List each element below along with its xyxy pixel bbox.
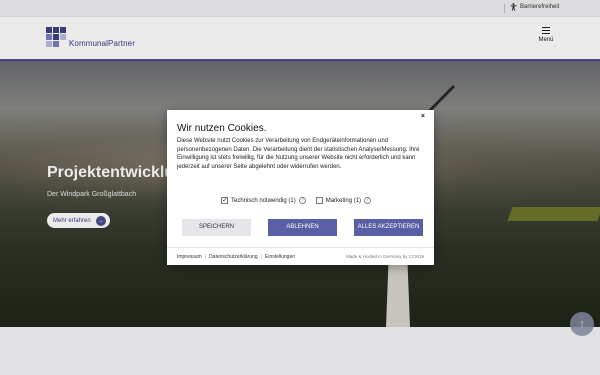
divider: |	[260, 254, 262, 260]
made-hosted-note: Made & Hosted in Germany by CCM19	[345, 254, 424, 259]
imprint-link[interactable]: Impressum	[177, 254, 202, 260]
close-icon[interactable]: ×	[421, 113, 425, 120]
option-marketing[interactable]: Marketing (1) ?	[315, 197, 372, 204]
cookie-description: Diese Website nutzt Cookies zur Verarbei…	[177, 138, 420, 171]
cookie-consent-dialog: × Wir nutzen Cookies. Diese Website nutz…	[167, 110, 434, 265]
cookie-buttons: SPEICHERN ABLEHNEN ALLES AKZEPTIEREN	[182, 219, 423, 236]
marketing-checkbox[interactable]	[315, 197, 323, 204]
save-button[interactable]: SPEICHERN	[182, 219, 251, 236]
marketing-label: Marketing (1)	[325, 197, 362, 204]
privacy-policy-link[interactable]: Datenschutzerklärung	[209, 254, 258, 260]
option-technical[interactable]: Technisch notwendig (1) ?	[221, 196, 306, 204]
settings-link[interactable]: Einstellungen	[265, 254, 295, 260]
divider: |	[204, 254, 207, 260]
reject-button[interactable]: ABLEHNEN	[268, 219, 337, 236]
technical-label: Technisch notwendig (1)	[231, 197, 296, 204]
cookie-title: Wir nutzen Cookies.	[177, 123, 267, 134]
help-icon[interactable]: ?	[364, 197, 372, 204]
accept-all-button[interactable]: ALLES AKZEPTIEREN	[354, 219, 423, 236]
cookie-footer: Impressum | Datenschutzerklärung | Einst…	[167, 247, 434, 265]
help-icon[interactable]: ?	[298, 197, 306, 204]
technical-checkbox[interactable]	[221, 196, 228, 204]
cookie-options: Technisch notwendig (1) ? Marketing (1) …	[221, 196, 372, 204]
footer-links: Impressum | Datenschutzerklärung | Einst…	[177, 254, 295, 260]
